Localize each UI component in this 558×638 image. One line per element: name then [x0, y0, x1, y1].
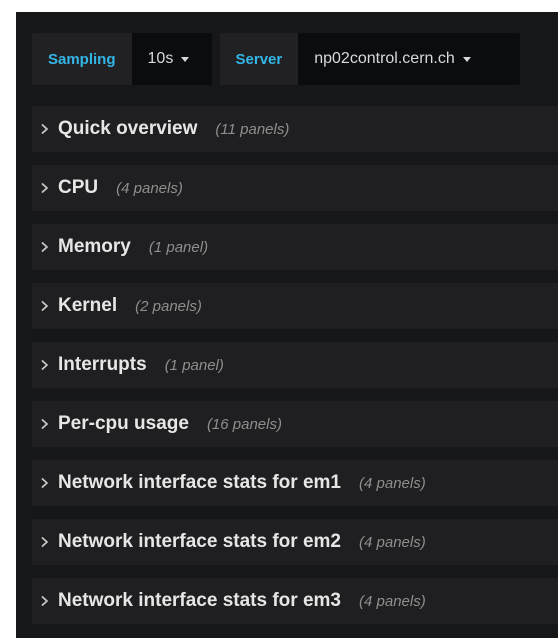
collapsed-row[interactable]: Kernel (2 panels) — [32, 283, 558, 329]
row-panel-count: (16 panels) — [206, 415, 282, 433]
row-title: Network interface stats for em2 — [58, 531, 341, 552]
row-panel-count: (4 panels) — [116, 179, 183, 197]
sampling-dropdown[interactable]: 10s — [131, 33, 212, 85]
chevron-right-icon — [40, 301, 50, 311]
row-panel-count: (2 panels) — [135, 297, 202, 315]
collapsed-row[interactable]: Network interface stats for em1 (4 panels… — [32, 460, 558, 506]
caret-down-icon — [181, 56, 190, 62]
chevron-right-icon — [40, 419, 50, 429]
sampling-label: Sampling — [32, 33, 132, 85]
collapsed-row[interactable]: Network interface stats for em3 (4 panels… — [32, 578, 558, 624]
collapsed-row[interactable]: Memory (1 panel) — [32, 224, 558, 270]
row-title: Per-cpu usage — [58, 413, 189, 434]
dashboard-rows: Quick overview (11 panels) CPU (4 panels) Me… — [32, 106, 558, 637]
collapsed-row[interactable]: CPU (4 panels) — [32, 165, 558, 211]
chevron-right-icon — [40, 124, 50, 134]
chevron-right-icon — [40, 478, 50, 488]
sampling-value: 10s — [147, 50, 174, 67]
template-variables-bar: Sampling 10s Server np02control.cern.ch — [32, 33, 521, 85]
row-title: Network interface stats for em3 — [58, 590, 341, 611]
collapsed-row[interactable]: Quick overview (11 panels) — [32, 106, 558, 152]
row-panel-count: (1 panel) — [148, 238, 209, 256]
collapsed-row[interactable]: Interrupts (1 panel) — [32, 342, 558, 388]
row-panel-count: (4 panels) — [359, 592, 426, 610]
caret-down-icon — [462, 56, 471, 62]
server-dropdown[interactable]: np02control.cern.ch — [298, 33, 521, 85]
chevron-right-icon — [40, 537, 50, 547]
row-title: CPU — [58, 177, 99, 198]
sampling-variable: Sampling 10s — [32, 33, 212, 85]
chevron-right-icon — [40, 360, 50, 370]
row-panel-count: (11 panels) — [215, 120, 290, 138]
chevron-right-icon — [40, 183, 50, 193]
server-variable: Server np02control.cern.ch — [219, 33, 521, 85]
server-label: Server — [219, 33, 299, 85]
row-title: Kernel — [58, 295, 118, 316]
collapsed-row[interactable]: Network interface stats for em2 (4 panels… — [32, 519, 558, 565]
row-title: Quick overview — [58, 118, 198, 139]
server-value: np02control.cern.ch — [314, 50, 455, 67]
chevron-right-icon — [40, 242, 50, 252]
dashboard-frame: Sampling 10s Server np02control.cern.ch … — [16, 12, 558, 638]
row-panel-count: (4 panels) — [359, 533, 426, 551]
chevron-right-icon — [40, 596, 50, 606]
row-title: Network interface stats for em1 — [58, 472, 341, 493]
row-title: Memory — [58, 236, 131, 257]
row-panel-count: (4 panels) — [359, 474, 426, 492]
row-panel-count: (1 panel) — [164, 356, 224, 374]
collapsed-row[interactable]: Per-cpu usage (16 panels) — [32, 401, 558, 447]
row-title: Interrupts — [58, 354, 147, 375]
